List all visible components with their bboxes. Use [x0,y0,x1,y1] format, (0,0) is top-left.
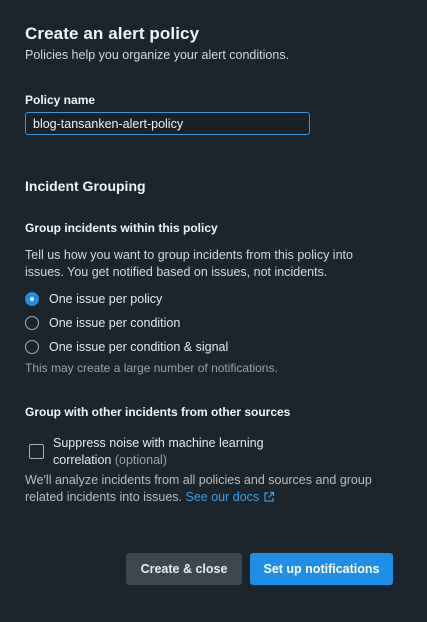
group-other-sources-label: Group with other incidents from other so… [25,405,291,419]
group-within-policy-label: Group incidents within this policy [25,221,218,235]
set-up-notifications-button[interactable]: Set up notifications [250,553,393,585]
radio-option-label: One issue per condition & signal [49,340,229,354]
see-our-docs-link[interactable]: See our docs [186,490,276,504]
radio-option-one-issue-per-condition[interactable]: One issue per condition [25,314,180,332]
create-and-close-button[interactable]: Create & close [126,553,242,585]
suppress-noise-checkbox[interactable] [29,444,44,459]
external-link-icon [263,491,275,508]
page-title: Create an alert policy [25,24,200,43]
create-alert-policy-panel: Create an alert policy Policies help you… [0,0,427,622]
radio-option-label: One issue per condition [49,316,181,330]
radio-option-label: One issue per policy [49,292,163,306]
radio-button[interactable] [25,340,39,354]
page-subtitle: Policies help you organize your alert co… [25,48,290,62]
radio-button[interactable] [25,316,39,330]
ml-correlation-description: We'll analyze incidents from all policie… [25,472,390,508]
radio-button-checked[interactable] [25,292,39,306]
optional-tag: (optional) [114,453,167,467]
group-within-policy-description: Tell us how you want to group incidents … [25,248,353,279]
radio-option-one-issue-per-policy[interactable]: One issue per policy [25,290,162,308]
policy-name-input[interactable] [25,112,310,135]
docs-link-label: See our docs [185,490,260,504]
notifications-hint: This may create a large number of notifi… [25,361,278,375]
radio-option-one-issue-per-condition-signal[interactable]: One issue per condition & signal [25,338,228,356]
suppress-noise-label[interactable]: Suppress noise with machine learning cor… [53,435,303,469]
policy-name-label: Policy name [25,93,96,107]
incident-grouping-heading: Incident Grouping [25,178,146,194]
